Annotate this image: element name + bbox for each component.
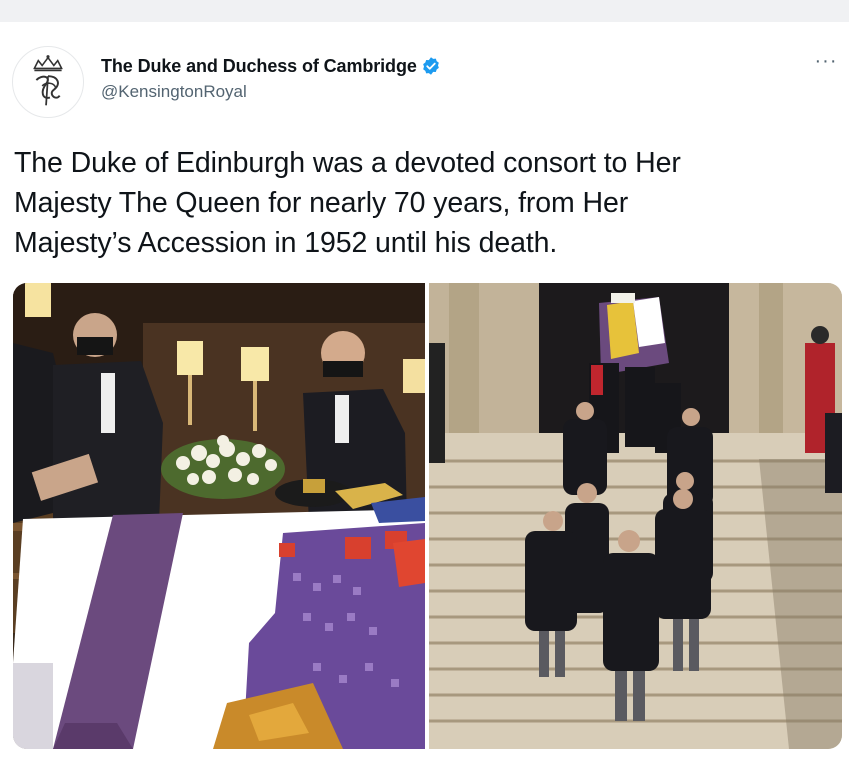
royal-cypher-icon — [33, 55, 63, 106]
profile-avatar[interactable] — [12, 46, 84, 118]
procession-photo[interactable] — [429, 283, 842, 749]
coffin-image — [13, 283, 425, 749]
coffin-photo[interactable] — [13, 283, 425, 749]
display-name[interactable]: The Duke and Duchess of Cambridge — [101, 56, 417, 77]
more-options-icon[interactable]: ··· — [812, 51, 840, 74]
verified-badge-icon — [422, 57, 439, 75]
account-name-row[interactable]: The Duke and Duchess of Cambridge — [101, 55, 441, 77]
procession-image — [429, 283, 842, 749]
tweet-media-grid[interactable] — [13, 283, 842, 749]
account-handle[interactable]: @KensingtonRoyal — [101, 82, 247, 102]
tweet-text: The Duke of Edinburgh was a devoted cons… — [14, 147, 681, 259]
